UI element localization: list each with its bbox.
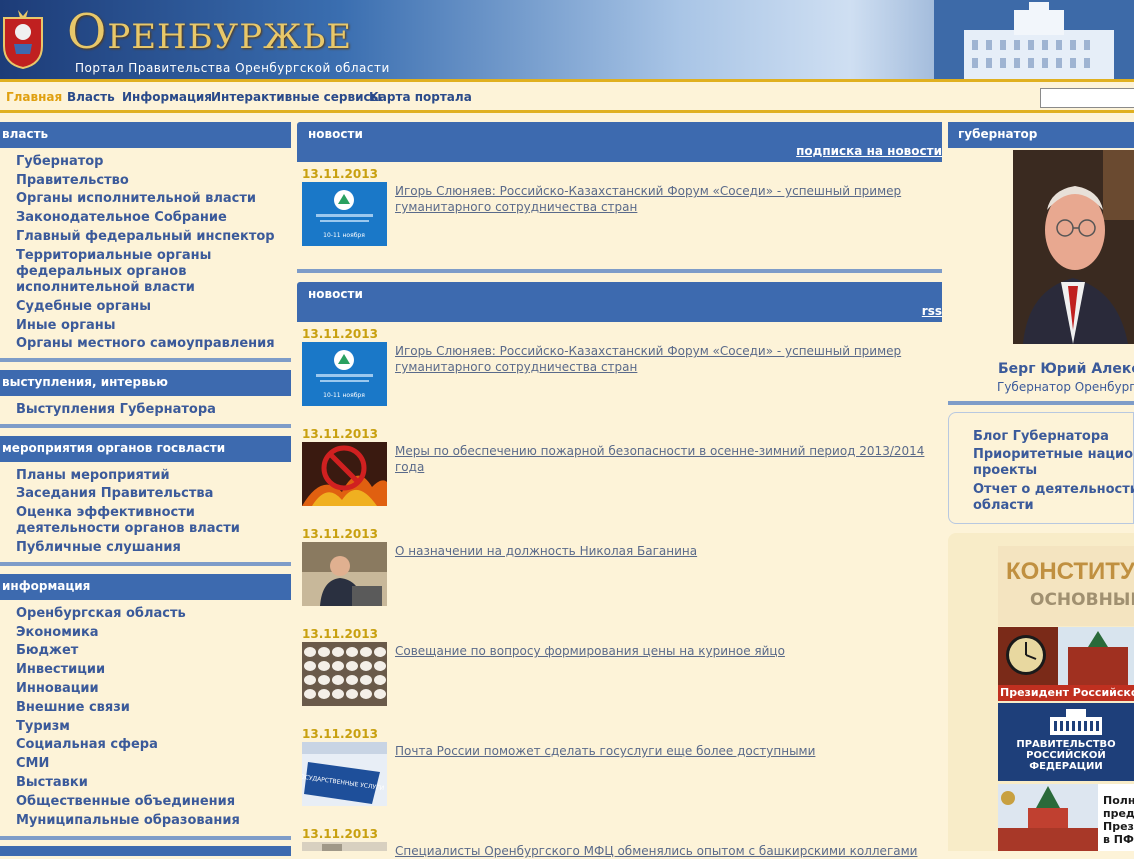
left-link-executive-bodies[interactable]: Органы исполнительной власти	[16, 191, 256, 207]
main-nav: Главная Власть Информация Интерактивные …	[0, 79, 1134, 113]
government-rf-banner[interactable]: ПРАВИТЕЛЬСТВО РОССИЙСКОЙ ФЕДЕРАЦИИ	[998, 703, 1134, 781]
left-link-federal-inspector[interactable]: Главный федеральный инспектор	[16, 229, 275, 245]
left-link-efficiency-assessment[interactable]: Оценка эффективности деятельности органо…	[16, 505, 246, 537]
nav-power[interactable]: Власть	[67, 90, 115, 104]
pension-fund-banner[interactable]: Полн пред Прези в ПФ	[998, 784, 1134, 851]
left-link-territorial-bodies[interactable]: Территориальные органы федеральных орган…	[16, 248, 246, 296]
section-head-information: информация	[0, 574, 291, 600]
section-head-power: власть	[0, 122, 291, 148]
rss-link[interactable]: rss	[922, 304, 942, 320]
section-head-speeches: выступления, интервью	[0, 370, 291, 396]
kremlin-clock-image	[998, 627, 1134, 685]
left-link-local-government[interactable]: Органы местного самоуправления	[16, 336, 275, 352]
forum-thumb-text: 10-11 ноября	[323, 392, 365, 399]
left-link-orenburg-region[interactable]: Оренбургская область	[16, 606, 186, 622]
president-banner[interactable]: Президент Российской	[998, 627, 1134, 701]
left-link-courts[interactable]: Судебные органы	[16, 299, 151, 315]
news-date: 13.11.2013	[302, 427, 378, 441]
site-title[interactable]: Оренбуржье	[67, 4, 352, 60]
left-link-government-meetings[interactable]: Заседания Правительства	[16, 486, 213, 502]
activity-report-link[interactable]: Отчет о деятельности области	[973, 482, 1134, 514]
government-banner-line2: РОССИЙСКОЙ	[1026, 750, 1106, 761]
news-date: 13.11.2013	[302, 527, 378, 541]
news-link[interactable]: Игорь Слюняев: Российско-Казахстанский Ф…	[395, 343, 935, 375]
government-banner-line1: ПРАВИТЕЛЬСТВО	[1016, 739, 1116, 750]
left-link-media[interactable]: СМИ	[16, 756, 49, 772]
national-projects-link[interactable]: Приоритетные национ проекты	[973, 447, 1134, 479]
left-link-budget[interactable]: Бюджет	[16, 643, 78, 659]
news-link[interactable]: Почта России поможет сделать госуслуги е…	[395, 743, 935, 759]
news-link[interactable]: О назначении на должность Николая Багани…	[395, 543, 935, 559]
news-thumbnail-eggs	[302, 642, 387, 706]
government-banner-line3: ФЕДЕРАЦИИ	[1029, 761, 1103, 772]
left-link-investments[interactable]: Инвестиции	[16, 662, 105, 678]
divider	[0, 424, 291, 428]
left-link-other-bodies[interactable]: Иные органы	[16, 318, 116, 334]
left-link-public-associations[interactable]: Общественные объединения	[16, 794, 235, 810]
nav-interactive-services[interactable]: Интерактивные сервисы	[211, 90, 381, 104]
left-link-innovations[interactable]: Инновации	[16, 681, 99, 697]
divider	[297, 269, 942, 273]
news-date: 13.11.2013	[302, 167, 378, 181]
nav-home[interactable]: Главная	[6, 90, 62, 104]
left-link-external-relations[interactable]: Внешние связи	[16, 700, 130, 716]
news-thumbnail-mfc	[302, 842, 387, 851]
pension-banner-text: Полн пред Прези в ПФ	[1103, 794, 1134, 846]
left-link-government[interactable]: Правительство	[16, 173, 129, 189]
news-date: 13.11.2013	[302, 727, 378, 741]
kremlin-tower-image	[998, 784, 1098, 851]
left-link-municipalities[interactable]: Муниципальные образования	[16, 813, 240, 829]
news-thumbnail-fire	[302, 442, 387, 506]
divider	[0, 358, 291, 362]
left-link-governor-speeches[interactable]: Выступления Губернатора	[16, 402, 216, 418]
constitution-banner-title: КОНСТИТУЦИ	[1006, 558, 1134, 585]
divider	[0, 836, 291, 840]
news-thumbnail-gosuslugi: ГОСУДАРСТВЕННЫЕ УСЛУГИ	[302, 742, 387, 806]
news-top-header: новости подписка на новости	[297, 122, 942, 162]
governor-section-head: губернатор	[948, 122, 1134, 148]
forum-thumb-text: 10-11 ноября	[323, 232, 365, 239]
governor-name[interactable]: Берг Юрий Алекса	[998, 361, 1134, 377]
nav-information[interactable]: Информация	[122, 90, 212, 104]
news-date: 13.11.2013	[302, 627, 378, 641]
left-link-legislative-assembly[interactable]: Законодательное Собрание	[16, 210, 227, 226]
left-link-exhibitions[interactable]: Выставки	[16, 775, 88, 791]
site-subtitle: Портал Правительства Оренбургской област…	[75, 61, 390, 75]
left-link-social-sphere[interactable]: Социальная сфера	[16, 737, 158, 753]
governor-blog-link[interactable]: Блог Губернатора	[973, 429, 1109, 445]
coat-of-arms-icon	[3, 10, 43, 70]
news-thumbnail-forum: 10-11 ноября	[302, 182, 387, 246]
section-head-events: мероприятия органов госвласти	[0, 436, 291, 462]
news-thumbnail-forum: 10-11 ноября	[302, 342, 387, 406]
section-head-more	[0, 846, 291, 856]
search-input[interactable]	[1040, 88, 1134, 108]
governor-photo	[1013, 150, 1134, 344]
constitution-banner-subtitle: ОСНОВНЫЕ СТА	[1030, 590, 1134, 610]
news-link[interactable]: Меры по обеспечению пожарной безопасност…	[395, 443, 935, 475]
news-main-header: новости rss	[297, 282, 942, 322]
left-link-tourism[interactable]: Туризм	[16, 719, 70, 735]
left-link-economy[interactable]: Экономика	[16, 625, 99, 641]
news-thumbnail-person	[302, 542, 387, 606]
news-date: 13.11.2013	[302, 327, 378, 341]
white-house-icon	[1050, 709, 1102, 735]
left-link-public-hearings[interactable]: Публичные слушания	[16, 540, 181, 556]
constitution-banner[interactable]: КОНСТИТУЦИ ОСНОВНЫЕ СТА	[998, 546, 1134, 626]
left-link-event-plans[interactable]: Планы мероприятий	[16, 468, 170, 484]
divider	[0, 562, 291, 566]
nav-site-map[interactable]: Карта портала	[369, 90, 472, 104]
president-banner-label: Президент Российской	[1000, 686, 1134, 699]
news-link[interactable]: Специалисты Оренбургского МФЦ обменялись…	[395, 843, 935, 859]
left-link-governor[interactable]: Губернатор	[16, 154, 103, 170]
subscribe-news-link[interactable]: подписка на новости	[796, 144, 942, 160]
news-link[interactable]: Игорь Слюняев: Российско-Казахстанский Ф…	[395, 183, 935, 215]
site-header: Оренбуржье Портал Правительства Оренбург…	[0, 0, 1134, 79]
news-link[interactable]: Совещание по вопросу формирования цены н…	[395, 643, 935, 659]
divider	[948, 401, 1134, 405]
government-building-image	[934, 0, 1134, 79]
governor-position: Губернатор Оренбургс	[997, 380, 1134, 394]
news-date: 13.11.2013	[302, 827, 378, 841]
